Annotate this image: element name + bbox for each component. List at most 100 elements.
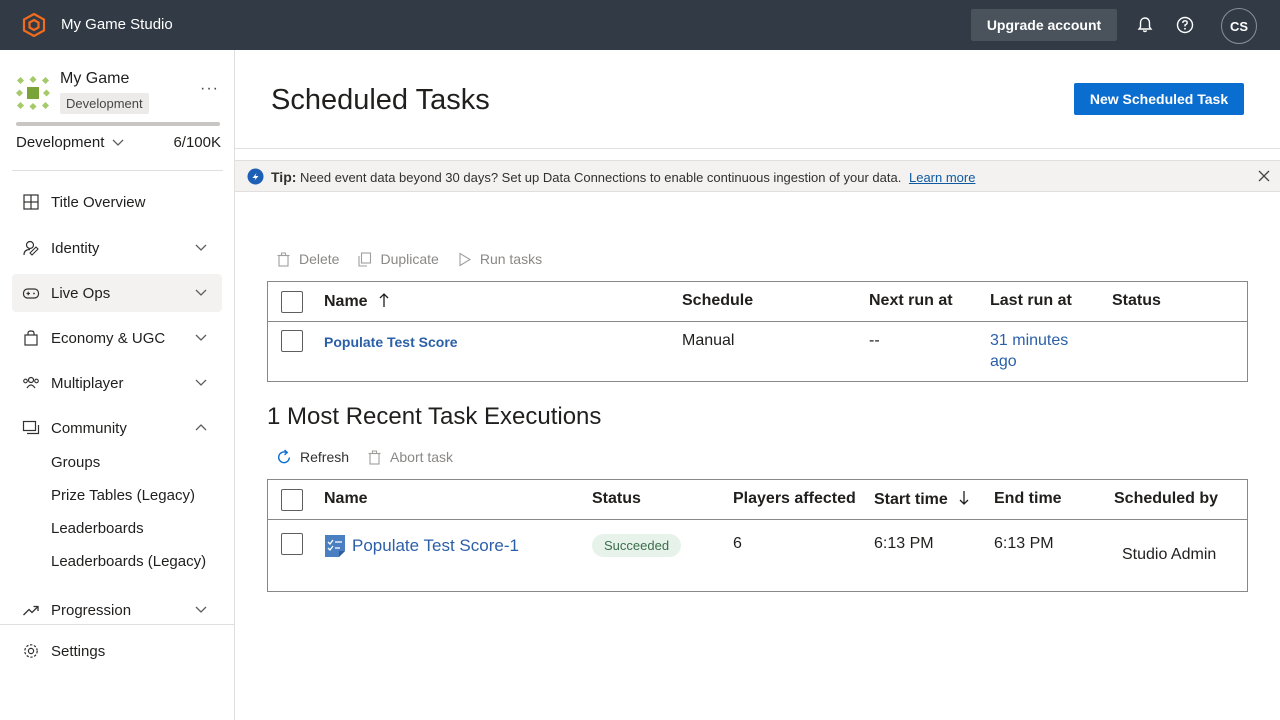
bag-icon — [24, 330, 38, 346]
new-scheduled-task-button[interactable]: New Scheduled Task — [1074, 83, 1244, 115]
page-title: Scheduled Tasks — [271, 84, 490, 116]
row-checkbox[interactable] — [281, 533, 303, 555]
avatar[interactable]: CS — [1221, 8, 1257, 44]
learn-more-link[interactable]: Learn more — [909, 170, 975, 185]
top-bar: My Game Studio Upgrade account CS — [0, 0, 1280, 50]
sidebar-subitem-groups[interactable]: Groups — [51, 454, 100, 471]
sidebar-item-live-ops[interactable]: Live Ops — [12, 274, 222, 312]
column-header-name[interactable]: Name — [324, 292, 390, 311]
task-next-run: -- — [869, 332, 880, 349]
game-icon — [16, 76, 50, 110]
task-name-link[interactable]: Populate Test Score — [324, 334, 458, 350]
tip-label: Tip: — [271, 169, 297, 185]
sidebar-item-community[interactable]: Community — [12, 409, 222, 447]
chevron-down-icon — [195, 244, 207, 251]
column-header-next-run[interactable]: Next run at — [869, 292, 953, 310]
sidebar-subitem-leaderboards[interactable]: Leaderboards — [51, 520, 144, 537]
sidebar: My Game Development ··· Development 6/10… — [0, 50, 235, 720]
usage-count: 6/100K — [173, 134, 221, 151]
column-header-status[interactable]: Status — [1112, 292, 1161, 310]
run-tasks-button[interactable]: Run tasks — [457, 251, 542, 267]
status-badge: Succeeded — [592, 534, 682, 557]
trash-icon — [277, 252, 290, 267]
sidebar-divider — [0, 624, 234, 625]
refresh-icon — [277, 449, 291, 464]
community-icon — [22, 420, 40, 435]
sidebar-item-economy-ugc[interactable]: Economy & UGC — [12, 319, 222, 357]
task-executions-table: Name Status Players affected Start time … — [267, 479, 1248, 592]
close-icon[interactable] — [1258, 170, 1270, 182]
chevron-down-icon — [112, 139, 124, 146]
end-time: 6:13 PM — [994, 535, 1054, 552]
table-header: Name Status Players affected Start time … — [268, 480, 1247, 520]
sidebar-item-label: Progression — [51, 601, 132, 619]
start-time: 6:13 PM — [874, 535, 934, 552]
table-header: Name Schedule Next run at Last run at St… — [268, 282, 1247, 322]
sidebar-item-identity[interactable]: Identity — [12, 229, 222, 267]
play-icon — [459, 252, 471, 266]
trash-icon — [368, 450, 381, 465]
tip-message: Need event data beyond 30 days? Set up D… — [300, 170, 902, 185]
select-all-checkbox[interactable] — [281, 291, 303, 313]
game-title[interactable]: My Game — [60, 70, 129, 88]
column-header-schedule[interactable]: Schedule — [682, 292, 753, 310]
chevron-down-icon — [195, 334, 207, 341]
environment-badge: Development — [60, 93, 149, 114]
chevron-down-icon — [195, 606, 207, 613]
run-tasks-label: Run tasks — [479, 251, 543, 267]
sidebar-item-title-overview[interactable]: Title Overview — [12, 183, 222, 221]
task-last-run-link[interactable]: 31 minutes ago — [990, 332, 1068, 371]
select-all-checkbox[interactable] — [281, 489, 303, 511]
task-execution-icon — [325, 535, 345, 557]
bell-icon[interactable] — [1135, 15, 1155, 35]
copy-icon — [358, 251, 372, 267]
column-header-status[interactable]: Status — [592, 490, 641, 508]
sidebar-item-label: Economy & UGC — [51, 329, 166, 347]
header-divider — [235, 148, 1280, 149]
upgrade-account-button[interactable]: Upgrade account — [971, 9, 1117, 41]
scheduled-tasks-table: Name Schedule Next run at Last run at St… — [267, 281, 1248, 382]
refresh-button[interactable]: Refresh — [276, 449, 349, 465]
execution-name-link[interactable]: Populate Test Score-1 — [352, 536, 519, 556]
delete-button[interactable]: Delete — [276, 251, 339, 267]
tip-icon — [247, 168, 264, 185]
arrow-up-icon — [379, 293, 389, 307]
column-header-last-run[interactable]: Last run at — [990, 292, 1072, 310]
tip-banner: Tip: Need event data beyond 30 days? Set… — [235, 160, 1280, 192]
column-header-scheduled-by[interactable]: Scheduled by — [1114, 490, 1218, 508]
column-header-players-affected[interactable]: Players affected — [733, 490, 856, 508]
executions-command-bar: Refresh Abort task — [276, 447, 471, 467]
people-icon — [23, 376, 39, 389]
sidebar-item-settings[interactable]: Settings — [12, 632, 222, 670]
sidebar-subitem-prize-tables[interactable]: Prize Tables (Legacy) — [51, 487, 195, 504]
help-icon[interactable] — [1175, 15, 1195, 35]
abort-task-label: Abort task — [390, 449, 454, 465]
playfab-logo-icon[interactable] — [22, 13, 46, 37]
tip-text: Tip: Need event data beyond 30 days? Set… — [271, 169, 975, 185]
gear-icon — [24, 644, 38, 658]
column-header-start-time[interactable]: Start time — [874, 490, 970, 509]
scheduled-by: Studio Admin — [1122, 546, 1217, 563]
studio-name[interactable]: My Game Studio — [61, 16, 173, 33]
environment-dropdown[interactable]: Development — [16, 134, 124, 151]
column-header-end-time[interactable]: End time — [994, 490, 1062, 508]
players-affected: 6 — [733, 535, 742, 552]
more-options-button[interactable]: ··· — [200, 80, 219, 98]
sidebar-item-label: Settings — [51, 642, 106, 660]
chevron-down-icon — [195, 379, 207, 386]
sidebar-divider — [12, 170, 223, 171]
trend-icon — [23, 605, 39, 616]
column-header-name[interactable]: Name — [324, 490, 368, 508]
sidebar-item-multiplayer[interactable]: Multiplayer — [12, 364, 222, 402]
sidebar-subitem-leaderboards-legacy[interactable]: Leaderboards (Legacy) — [51, 553, 206, 570]
sidebar-item-label: Identity — [51, 239, 100, 257]
identity-icon — [23, 240, 39, 256]
row-checkbox[interactable] — [281, 330, 303, 352]
chevron-down-icon — [195, 289, 207, 296]
duplicate-button[interactable]: Duplicate — [357, 251, 439, 267]
delete-label: Delete — [299, 251, 340, 267]
abort-task-button[interactable]: Abort task — [367, 449, 453, 465]
tasks-command-bar: Delete Duplicate Run tasks — [276, 249, 560, 269]
sidebar-item-label: Title Overview — [51, 193, 146, 211]
grid-icon — [23, 194, 39, 210]
